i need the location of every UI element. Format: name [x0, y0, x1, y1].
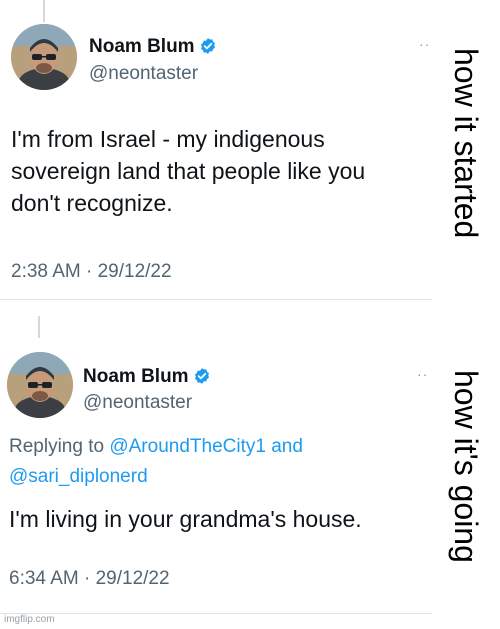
verified-badge-icon	[193, 367, 211, 391]
tweet-text: I'm from Israel - my indigenous sovereig…	[11, 125, 431, 217]
label-how-it-started: how it started	[448, 48, 484, 239]
tweet-divider	[0, 613, 432, 614]
tweet-text-line: I'm from Israel - my indigenous	[11, 126, 325, 152]
replying-to-label: Replying to	[9, 436, 110, 457]
tweet-divider	[0, 299, 432, 300]
tweet-1[interactable]: Noam Blum @neontaster ·· I'm from Israel…	[0, 0, 440, 300]
tweet-text-line: I'm living in your grandma's house.	[9, 506, 362, 532]
tweet-text: I'm living in your grandma's house.	[9, 505, 429, 533]
replying-to: Replying to @AroundTheCity1 and @sari_di…	[9, 434, 429, 489]
tweet-timestamp[interactable]: 6:34 AM · 29/12/22	[9, 568, 170, 590]
tweet-timestamp[interactable]: 2:38 AM · 29/12/22	[11, 261, 172, 283]
author-handle[interactable]: @neontaster	[89, 63, 198, 85]
more-options-icon[interactable]: ··	[419, 36, 430, 52]
mention-link[interactable]: @AroundTheCity1	[109, 436, 266, 457]
tweet-text-line: don't recognize.	[11, 190, 173, 216]
author-name-text[interactable]: Noam Blum	[83, 366, 189, 387]
mention-link[interactable]: @sari_diplonerd	[9, 466, 148, 487]
avatar-photo	[11, 24, 77, 90]
author-name[interactable]: Noam Blum	[83, 366, 211, 391]
tweet-2[interactable]: Noam Blum @neontaster ·· Replying to @Ar…	[0, 310, 440, 620]
watermark: imgflip.com	[4, 614, 55, 625]
avatar-photo	[7, 352, 73, 418]
label-how-its-going: how it's going	[448, 370, 484, 563]
verified-badge-icon	[199, 37, 217, 61]
tweet-text-line: sovereign land that people like you	[11, 158, 366, 184]
author-name-text[interactable]: Noam Blum	[89, 36, 195, 57]
avatar[interactable]	[7, 352, 73, 418]
author-name[interactable]: Noam Blum	[89, 36, 217, 61]
avatar[interactable]	[11, 24, 77, 90]
author-handle[interactable]: @neontaster	[83, 392, 192, 414]
reply-joiner: and	[265, 436, 303, 457]
more-options-icon[interactable]: ··	[417, 366, 428, 382]
